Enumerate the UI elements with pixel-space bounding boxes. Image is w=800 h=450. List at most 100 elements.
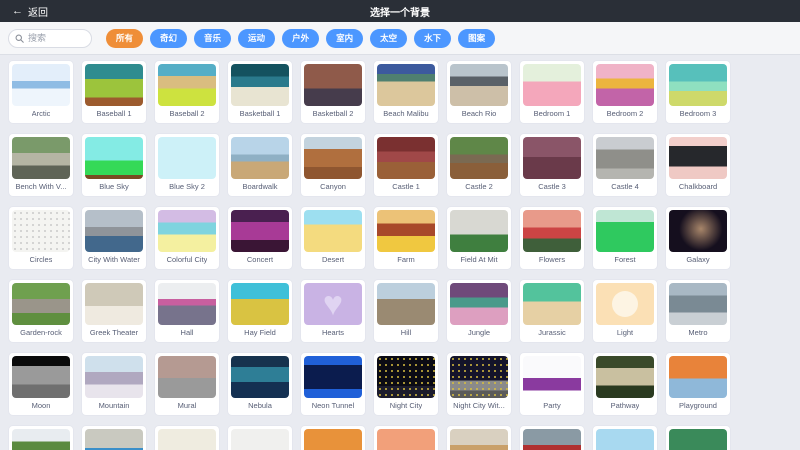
backdrop-thumbnail: [669, 137, 727, 179]
backdrop-label: Castle 4: [611, 182, 639, 191]
filter-tag[interactable]: 太空: [370, 29, 407, 48]
backdrop-card[interactable]: Garden-rock: [8, 279, 74, 343]
filter-tag[interactable]: 运动: [238, 29, 275, 48]
backdrop-card[interactable]: Beach Malibu: [373, 60, 439, 124]
backdrop-card[interactable]: Baseball 1: [81, 60, 147, 124]
backdrop-card[interactable]: Hall: [154, 279, 220, 343]
backdrop-label: Bench With V...: [16, 182, 67, 191]
backdrop-card[interactable]: Night City Wit...: [446, 352, 512, 416]
backdrop-card[interactable]: Colorful City: [154, 206, 220, 270]
backdrop-label: Canyon: [320, 182, 346, 191]
backdrop-thumbnail: [450, 283, 508, 325]
backdrop-card[interactable]: Galaxy: [665, 206, 731, 270]
backdrop-thumbnail: [596, 283, 654, 325]
backdrop-card[interactable]: Neon Tunnel: [300, 352, 366, 416]
backdrop-thumbnail: [12, 64, 70, 106]
backdrop-card[interactable]: Concert: [227, 206, 293, 270]
backdrop-thumbnail: [158, 356, 216, 398]
backdrop-card[interactable]: Blue Sky 2: [154, 133, 220, 197]
backdrop-card[interactable]: Mountain: [81, 352, 147, 416]
filter-tag[interactable]: 室内: [326, 29, 363, 48]
backdrop-card[interactable]: City With Water: [81, 206, 147, 270]
backdrop-card[interactable]: [300, 425, 366, 450]
search-input[interactable]: [28, 33, 85, 43]
backdrop-card[interactable]: Basketball 2: [300, 60, 366, 124]
filter-tag[interactable]: 音乐: [194, 29, 231, 48]
backdrop-card[interactable]: Mural: [154, 352, 220, 416]
backdrop-thumbnail: [377, 429, 435, 450]
filter-tag[interactable]: 户外: [282, 29, 319, 48]
backdrop-card[interactable]: [665, 425, 731, 450]
backdrop-card[interactable]: Beach Rio: [446, 60, 512, 124]
backdrop-thumbnail: [450, 429, 508, 450]
backdrop-card[interactable]: [373, 425, 439, 450]
backdrop-label: Jungle: [468, 328, 490, 337]
backdrop-card[interactable]: [446, 425, 512, 450]
backdrop-card[interactable]: Castle 3: [519, 133, 585, 197]
page-title: 选择一个背景: [0, 4, 800, 19]
backdrop-card[interactable]: Nebula: [227, 352, 293, 416]
backdrop-card[interactable]: Castle 4: [592, 133, 658, 197]
backdrop-label: Hall: [181, 328, 194, 337]
backdrop-card[interactable]: Arctic: [8, 60, 74, 124]
backdrop-card[interactable]: Metro: [665, 279, 731, 343]
backdrop-label: Mountain: [99, 401, 130, 410]
backdrop-card[interactable]: Farm: [373, 206, 439, 270]
back-button[interactable]: ← 返回: [0, 0, 60, 22]
backdrop-card[interactable]: Greek Theater: [81, 279, 147, 343]
backdrop-card[interactable]: Boardwalk: [227, 133, 293, 197]
backdrop-card[interactable]: Light: [592, 279, 658, 343]
backdrop-card[interactable]: Castle 2: [446, 133, 512, 197]
backdrop-card[interactable]: Moon: [8, 352, 74, 416]
backdrop-card[interactable]: Jungle: [446, 279, 512, 343]
backdrop-thumbnail: [85, 429, 143, 450]
backdrop-card[interactable]: Basketball 1: [227, 60, 293, 124]
backdrop-thumbnail: [450, 64, 508, 106]
backdrop-card[interactable]: [592, 425, 658, 450]
backdrop-card[interactable]: Pathway: [592, 352, 658, 416]
backdrop-label: Boardwalk: [242, 182, 277, 191]
backdrop-card[interactable]: [519, 425, 585, 450]
circle-overlay-icon: [596, 283, 654, 325]
backdrop-card[interactable]: [154, 425, 220, 450]
backdrop-card[interactable]: Blue Sky: [81, 133, 147, 197]
filter-tag[interactable]: 图案: [458, 29, 495, 48]
backdrop-card[interactable]: Forest: [592, 206, 658, 270]
backdrop-card[interactable]: Night City: [373, 352, 439, 416]
filter-tag[interactable]: 奇幻: [150, 29, 187, 48]
backdrop-thumbnail: [231, 210, 289, 252]
backdrop-thumbnail: [304, 356, 362, 398]
backdrop-card[interactable]: ♥Hearts: [300, 279, 366, 343]
backdrop-card[interactable]: Canyon: [300, 133, 366, 197]
backdrop-card[interactable]: Bedroom 1: [519, 60, 585, 124]
search-box[interactable]: [8, 29, 92, 48]
filter-tag[interactable]: 所有: [106, 29, 143, 48]
backdrop-card[interactable]: Castle 1: [373, 133, 439, 197]
backdrop-card[interactable]: [81, 425, 147, 450]
backdrop-thumbnail: [158, 137, 216, 179]
backdrop-card[interactable]: Desert: [300, 206, 366, 270]
backdrop-card[interactable]: [8, 425, 74, 450]
backdrop-card[interactable]: Hill: [373, 279, 439, 343]
backdrop-thumbnail: [523, 283, 581, 325]
backdrop-card[interactable]: Bedroom 3: [665, 60, 731, 124]
backdrop-card[interactable]: Jurassic: [519, 279, 585, 343]
backdrop-card[interactable]: Playground: [665, 352, 731, 416]
backdrop-card[interactable]: Party: [519, 352, 585, 416]
back-arrow-icon: ←: [12, 6, 23, 17]
backdrop-card[interactable]: Baseball 2: [154, 60, 220, 124]
backdrop-thumbnail: [12, 137, 70, 179]
backdrop-card[interactable]: Circles: [8, 206, 74, 270]
backdrop-card[interactable]: Hay Field: [227, 279, 293, 343]
backdrop-thumbnail: [304, 429, 362, 450]
backdrop-card[interactable]: Bedroom 2: [592, 60, 658, 124]
backdrop-label: Pathway: [611, 401, 640, 410]
backdrop-thumbnail: [669, 210, 727, 252]
backdrop-card[interactable]: [227, 425, 293, 450]
backdrop-card[interactable]: Chalkboard: [665, 133, 731, 197]
backdrop-card[interactable]: Field At Mit: [446, 206, 512, 270]
backdrop-card[interactable]: Bench With V...: [8, 133, 74, 197]
filter-tag[interactable]: 水下: [414, 29, 451, 48]
backdrop-label: Basketball 2: [313, 109, 354, 118]
backdrop-card[interactable]: Flowers: [519, 206, 585, 270]
